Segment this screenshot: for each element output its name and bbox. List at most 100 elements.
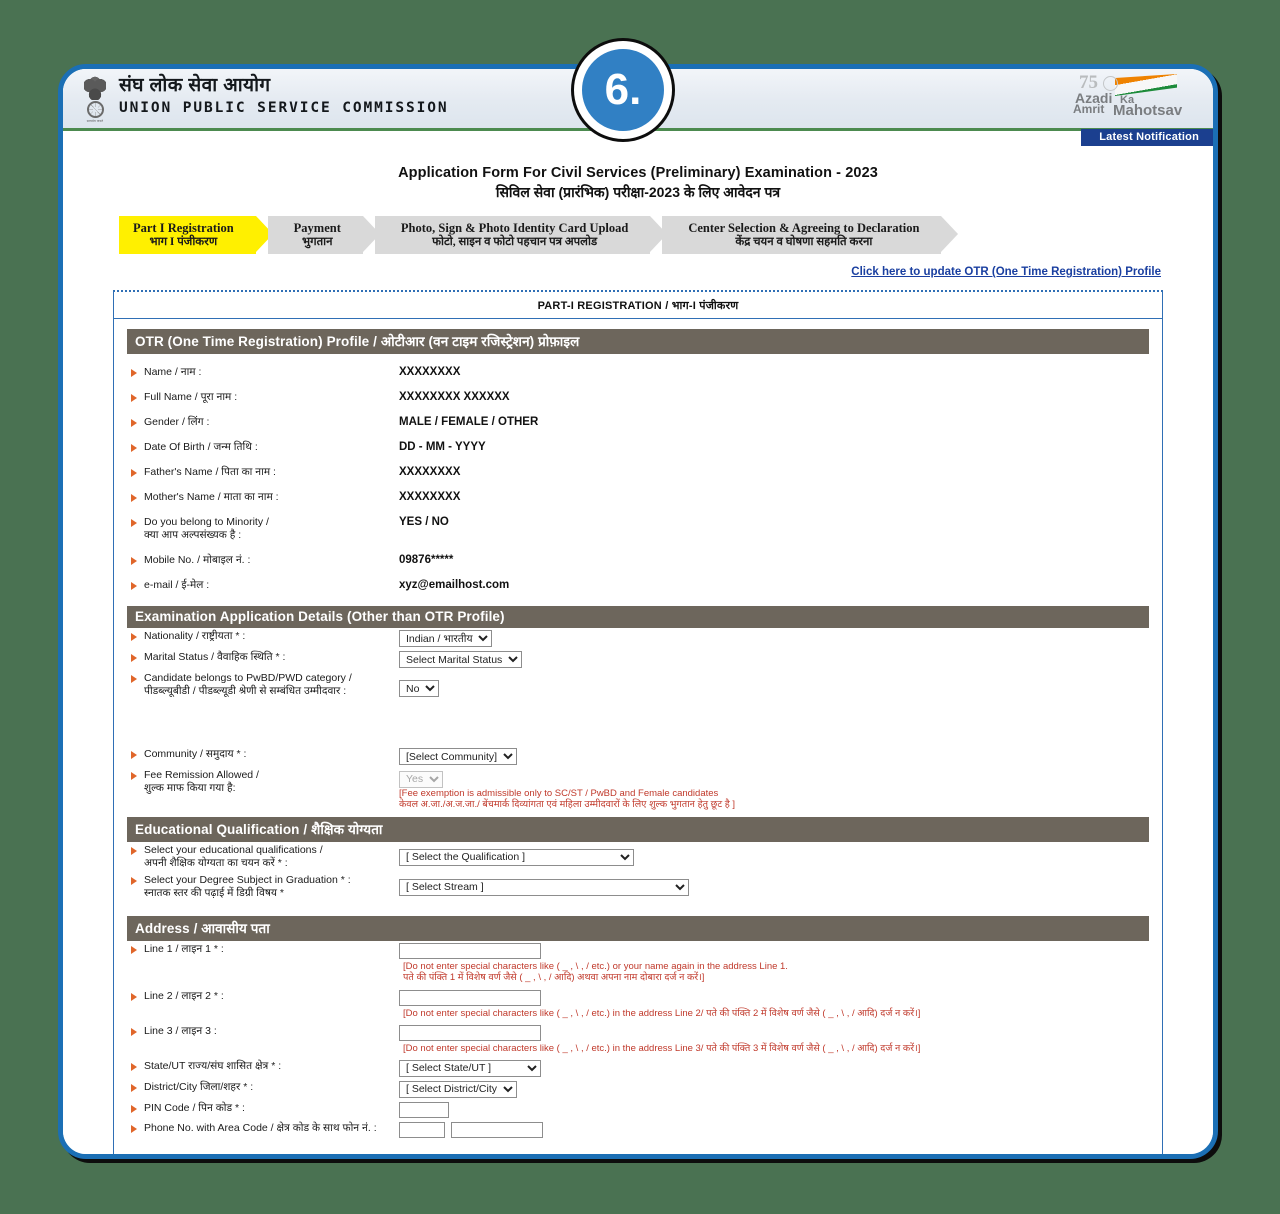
label-full-name: Full Name / पूरा नाम :: [144, 391, 238, 403]
label-phone: Phone No. with Area Code / क्षेत्र कोड क…: [144, 1121, 377, 1134]
azadi-line3: Amrit: [1073, 102, 1105, 116]
value-gender: MALE / FEMALE / OTHER: [399, 416, 539, 428]
bullet-arrow-icon: [131, 654, 137, 662]
field-row-address-line1: Line 1 / लाइन 1 * :: [127, 941, 1149, 961]
address-line3-input[interactable]: [399, 1025, 541, 1041]
field-row-gender: Gender / लिंग : MALE / FEMALE / OTHER: [127, 410, 1149, 435]
district-city-select[interactable]: [ Select District/City ]: [399, 1080, 517, 1098]
label-date-of-birth: Date Of Birth / जन्म तिथि :: [144, 441, 258, 453]
bullet-arrow-icon: [131, 1083, 137, 1092]
field-row-fee-remission: Fee Remission Allowed / शुल्क माफ किया ग…: [127, 767, 1149, 813]
step-label-en: Photo, Sign & Photo Identity Card Upload: [400, 221, 629, 235]
field-row-minority: Do you belong to Minority / क्या आप अल्प…: [127, 510, 1149, 548]
fee-remission-note-en: [Fee exemption is admissible only to SC/…: [399, 787, 719, 799]
label-pincode: PIN Code / पिन कोड * :: [144, 1101, 245, 1114]
bullet-arrow-icon: [131, 369, 137, 377]
bullet-arrow-icon: [131, 1028, 137, 1036]
label-nationality: Nationality / राष्ट्रीयता * :: [144, 630, 246, 642]
label-state: State/UT राज्य/संघ शासित क्षेत्र * :: [144, 1059, 282, 1072]
label-minority-line2: क्या आप अल्पसंख्यक है :: [144, 529, 242, 541]
bullet-arrow-icon: [131, 1062, 137, 1071]
value-name: XXXXXXXX: [399, 366, 461, 378]
bullet-arrow-icon: [131, 494, 137, 502]
field-row-mobile-no: Mobile No. / मोबाइल नं. : 09876*****: [127, 548, 1149, 573]
label-minority-line1: Do you belong to Minority /: [144, 516, 269, 528]
field-row-name: Name / नाम : XXXXXXXX: [127, 360, 1149, 385]
bullet-arrow-icon: [131, 444, 137, 452]
field-row-community: Community / समुदाय * : [Select Community…: [127, 746, 1149, 767]
field-row-pincode: PIN Code / पिन कोड * :: [127, 1100, 1149, 1120]
value-minority: YES / NO: [399, 516, 449, 528]
label-community: Community / समुदाय * :: [144, 748, 247, 760]
label-address-line1: Line 1 / लाइन 1 * :: [144, 942, 224, 955]
indian-flag-icon: [1115, 74, 1177, 96]
page-title-english: Application Form For Civil Services (Pre…: [398, 165, 878, 181]
step-photo-sign-upload[interactable]: Photo, Sign & Photo Identity Card Upload…: [374, 216, 668, 254]
qualification-select[interactable]: [ Select the Qualification ]: [399, 848, 634, 866]
marital-status-select[interactable]: Select Marital Status: [399, 651, 522, 668]
label-fee-remission-line2: शुल्क माफ किया गया है:: [144, 782, 236, 794]
phone-number-input[interactable]: [451, 1121, 543, 1138]
nationality-select[interactable]: Indian / भारतीय: [399, 630, 492, 647]
bullet-arrow-icon: [131, 1104, 137, 1113]
address-line2-input[interactable]: [399, 989, 541, 1006]
step-label-hi: भाग I पंजीकरण: [149, 236, 218, 248]
label-pwbd-line1: Candidate belongs to PwBD/PWD category /: [144, 672, 352, 684]
field-row-full-name: Full Name / पूरा नाम : XXXXXXXX XXXXXX: [127, 385, 1149, 410]
azadi-ka-amrit-mahotsav-logo: 75 Azadi Ka Amrit Mahotsav: [1067, 72, 1182, 120]
address-line1-input[interactable]: [399, 942, 541, 959]
latest-notification-link[interactable]: Latest Notification: [1081, 129, 1213, 146]
step-label-en: Center Selection & Agreeing to Declarati…: [688, 221, 920, 235]
organization-names: संघ लोक सेवा आयोग UNION PUBLIC SERVICE C…: [119, 74, 449, 118]
field-row-email: e-mail / ई-मेल : xyz@emailhost.com: [127, 573, 1149, 598]
pincode-input[interactable]: [399, 1101, 449, 1118]
degree-stream-select[interactable]: [ Select Stream ]: [399, 878, 689, 896]
emblem-motto: सत्यमेव जयते: [86, 118, 104, 123]
step-center-selection-declaration[interactable]: Center Selection & Agreeing to Declarati…: [662, 216, 959, 254]
value-email: xyz@emailhost.com: [399, 579, 510, 591]
value-mothers-name: XXXXXXXX: [399, 491, 461, 503]
bullet-arrow-icon: [131, 876, 137, 885]
field-row-fathers-name: Father's Name / पिता का नाम : XXXXXXXX: [127, 460, 1149, 485]
phone-area-code-input[interactable]: [399, 1121, 445, 1138]
field-row-marital-status: Marital Status / वैवाहिक स्थिति * : Sele…: [127, 649, 1149, 670]
fee-remission-select[interactable]: Yes: [399, 770, 443, 788]
page-title: Application Form For Civil Services (Pre…: [63, 165, 1213, 202]
label-degree-subject-line1: Select your Degree Subject in Graduation…: [144, 873, 351, 886]
step-part-1-registration[interactable]: Part I Registration भाग I पंजीकरण: [119, 216, 273, 254]
org-name-english: UNION PUBLIC SERVICE COMMISSION: [119, 100, 449, 116]
label-email: e-mail / ई-मेल :: [144, 579, 210, 591]
address-line1-note-hi: पते की पंक्ति 1 में विशेष वर्ण जैसे ( _ …: [403, 972, 705, 983]
label-name: Name / नाम :: [144, 366, 202, 378]
bullet-arrow-icon: [131, 846, 137, 855]
section-header-exam-details: Examination Application Details (Other t…: [127, 606, 1149, 628]
address-line1-note-en: [Do not enter special characters like ( …: [403, 960, 788, 972]
label-qualification-line2: अपनी शैक्षिक योग्यता का चयन करें * :: [144, 856, 288, 869]
bullet-arrow-icon: [131, 751, 137, 759]
step-number-badge: 6.: [574, 41, 672, 139]
field-row-address-line2: Line 2 / लाइन 2 * :: [127, 988, 1149, 1008]
pwbd-category-select[interactable]: No: [399, 680, 439, 697]
value-date-of-birth: DD - MM - YYYY: [399, 441, 486, 453]
otr-update-link-row: Click here to update OTR (One Time Regis…: [63, 262, 1213, 280]
update-otr-profile-link[interactable]: Click here to update OTR (One Time Regis…: [851, 266, 1161, 278]
community-select[interactable]: [Select Community]: [399, 748, 517, 765]
step-label-en: Payment: [293, 221, 341, 235]
bullet-arrow-icon: [131, 1124, 137, 1133]
address-line3-note: [Do not enter special characters like ( …: [403, 1043, 921, 1054]
field-row-phone: Phone No. with Area Code / क्षेत्र कोड क…: [127, 1120, 1149, 1140]
bullet-arrow-icon: [131, 772, 137, 780]
value-full-name: XXXXXXXX XXXXXX: [399, 391, 510, 403]
label-qualification-line1: Select your educational qualifications /: [144, 843, 323, 856]
section-header-otr-profile: OTR (One Time Registration) Profile / ओट…: [127, 329, 1149, 354]
step-payment[interactable]: Payment भुगतान: [267, 216, 381, 254]
state-ut-select[interactable]: [ Select State/UT ]: [399, 1059, 541, 1077]
label-address-line2: Line 2 / लाइन 2 * :: [144, 989, 224, 1002]
page-title-hindi: सिविल सेवा (प्रारंभिक) परीक्षा-2023 के ल…: [495, 184, 781, 200]
bullet-arrow-icon: [131, 633, 137, 641]
ashoka-chakra-icon: [1103, 76, 1118, 91]
field-row-mothers-name: Mother's Name / माता का नाम : XXXXXXXX: [127, 485, 1149, 510]
label-gender: Gender / लिंग :: [144, 416, 210, 428]
value-mobile-no: 09876*****: [399, 554, 454, 566]
value-fathers-name: XXXXXXXX: [399, 466, 461, 478]
